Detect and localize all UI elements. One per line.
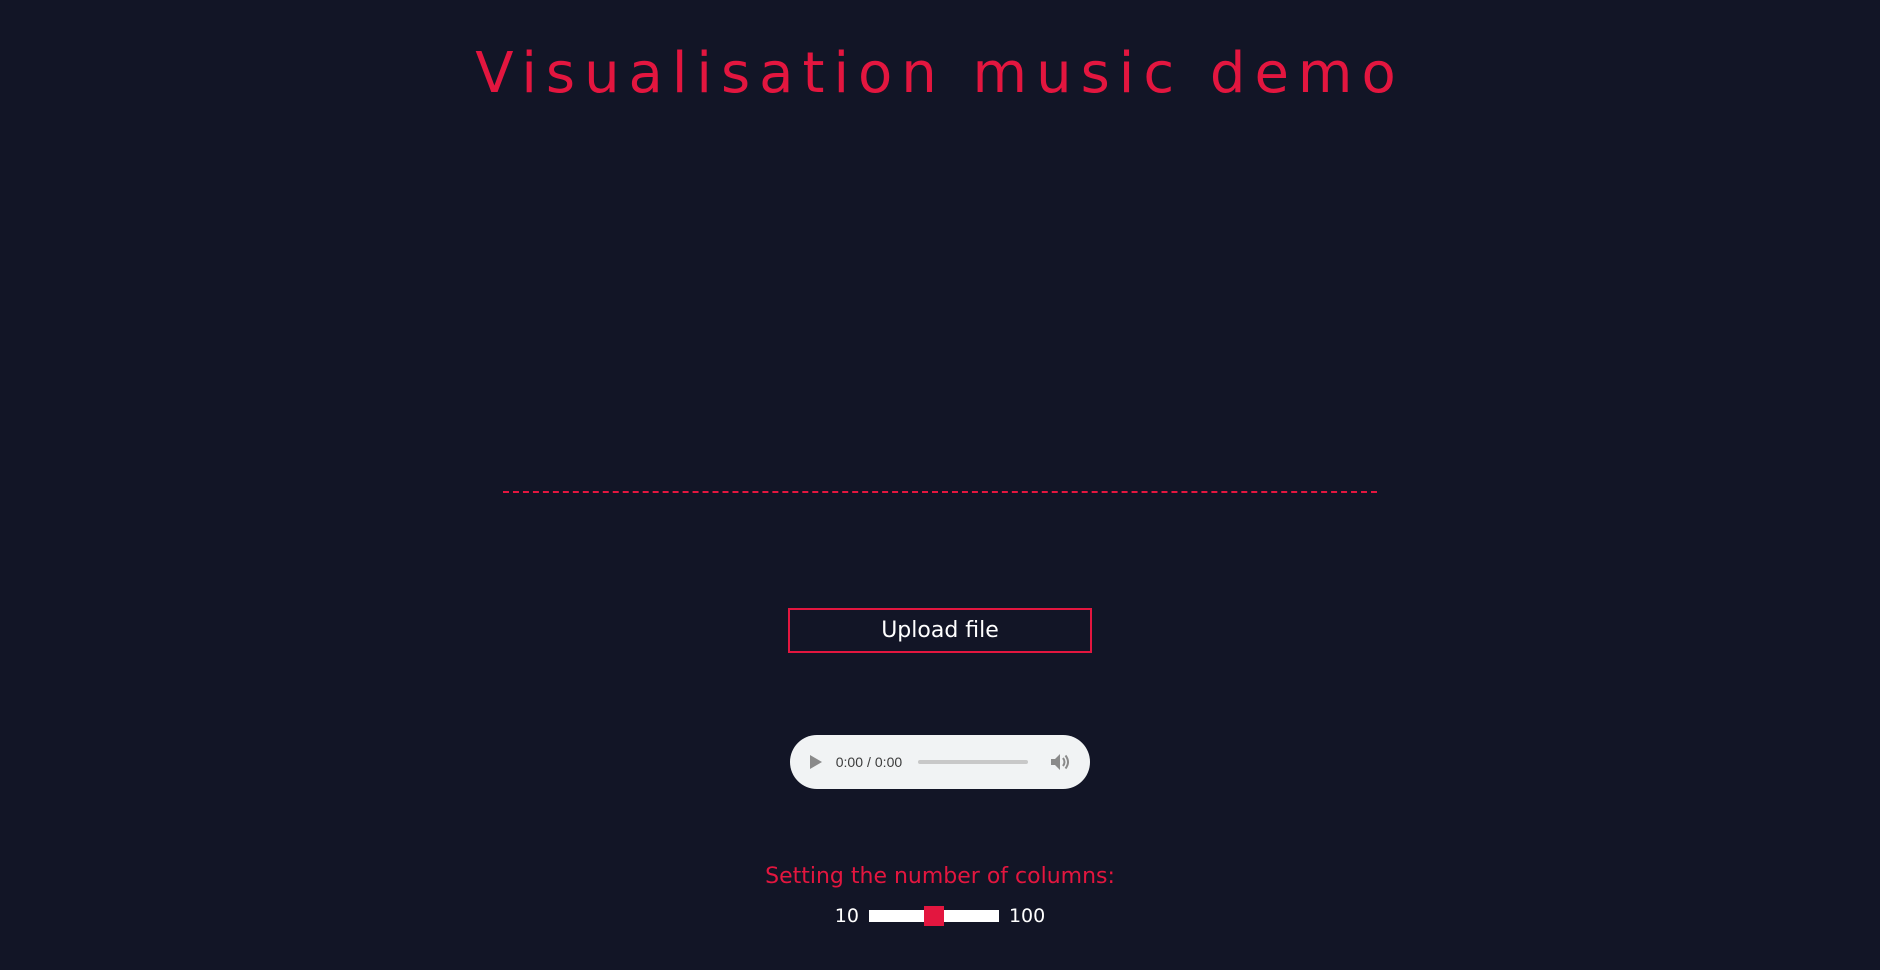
slider-min-label: 10 [834,905,859,927]
columns-label: Setting the number of columns: [765,864,1115,889]
slider-max-label: 100 [1008,905,1046,927]
columns-slider-row: 10 100 [0,902,1880,930]
duration: 0:00 [874,754,903,770]
visualizer-baseline [503,491,1377,493]
columns-slider[interactable] [868,906,999,926]
visualizer-area [503,130,1377,492]
upload-file-button[interactable]: Upload file [788,608,1092,653]
slider-thumb[interactable] [923,906,944,926]
time-separator: / [867,754,871,770]
seek-bar[interactable] [918,760,1029,764]
play-icon[interactable] [808,754,824,770]
page-title: Visualisation music demo [475,41,1405,106]
current-time: 0:00 [835,754,863,770]
time-display: 0:00/0:00 [836,754,902,770]
audio-player: 0:00/0:00 [790,735,1090,789]
volume-icon[interactable] [1050,752,1072,772]
